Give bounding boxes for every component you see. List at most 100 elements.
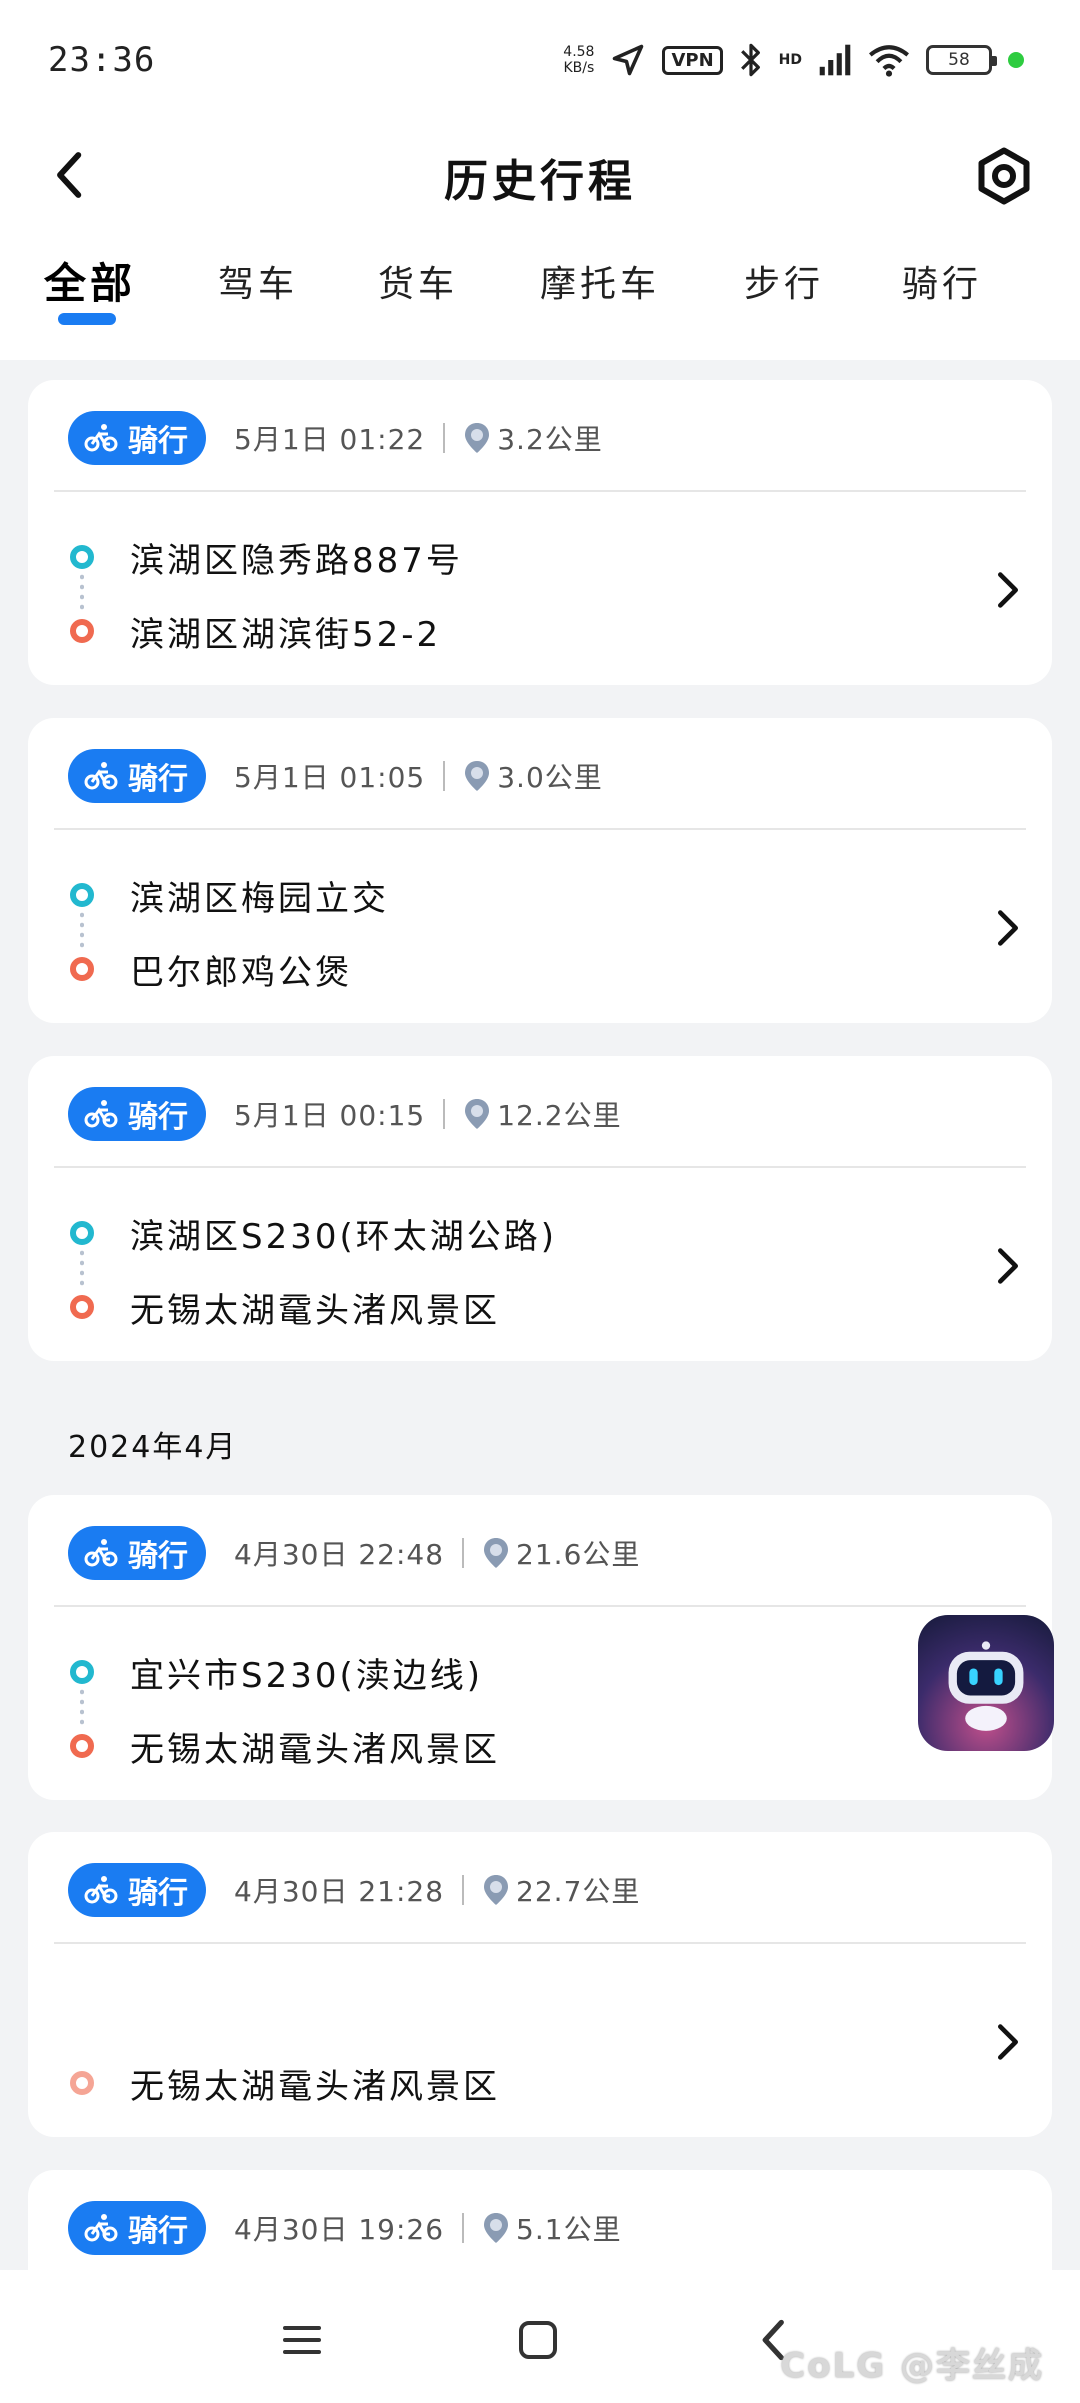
- trip-card[interactable]: 骑行 4月30日 19:26 5.1公里: [28, 2170, 1052, 2270]
- trip-card[interactable]: 骑行 5月1日 01:22 3.2公里 滨湖区隐秀路887号 滨湖区湖滨街52-…: [28, 380, 1052, 685]
- menu-icon: [283, 2326, 321, 2354]
- chevron-right-icon[interactable]: [988, 2012, 1028, 2072]
- mode-label: 骑行: [128, 1539, 188, 1574]
- system-nav-bar: CoLG @李丝成: [0, 2270, 1080, 2403]
- start-dot-icon: [70, 545, 94, 569]
- trip-card[interactable]: 骑行 5月1日 01:05 3.0公里 滨湖区梅园立交 巴尔郎鸡公煲: [28, 718, 1052, 1023]
- tab-active-indicator: [58, 313, 116, 325]
- trip-card-header: 骑行 4月30日 19:26 5.1公里: [68, 2200, 1022, 2256]
- end-place: 巴尔郎鸡公煲: [130, 952, 352, 993]
- divider: [462, 2213, 465, 2243]
- start-place: 滨湖区隐秀路887号: [130, 540, 463, 581]
- watermark: CoLG @李丝成: [780, 2346, 1044, 2386]
- trip-distance: 3.2公里: [497, 423, 603, 456]
- start-place: 宜兴市S230(渎边线): [130, 1655, 484, 1696]
- robot-icon: [948, 1641, 1024, 1731]
- end-dot-icon: [70, 1295, 94, 1319]
- route: 滨湖区隐秀路887号 滨湖区湖滨街52-2: [68, 520, 952, 668]
- start-place: 滨湖区S230(环太湖公路): [130, 1216, 558, 1257]
- status-icons: 4.58 KB/s VPN HD 58: [563, 38, 1024, 82]
- trip-card-header: 骑行 5月1日 01:05 3.0公里: [68, 748, 1022, 804]
- square-icon: [519, 2321, 557, 2359]
- distance-pin-icon: [484, 2213, 509, 2243]
- trip-distance: 22.7公里: [516, 1875, 641, 1908]
- trip-distance: 3.0公里: [497, 761, 603, 794]
- trip-card[interactable]: 骑行 4月30日 22:48 21.6公里 宜兴市S230(渎边线) 无锡太湖鼋…: [28, 1495, 1052, 1800]
- tab-cycling[interactable]: 骑行: [902, 255, 982, 307]
- tab-all[interactable]: 全部: [44, 250, 136, 311]
- menu-button[interactable]: [272, 2310, 332, 2370]
- battery-level: 58: [948, 50, 970, 70]
- divider: [462, 1538, 465, 1568]
- bicycle-icon: [84, 1539, 118, 1567]
- distance-pin-icon: [484, 1538, 509, 1568]
- end-place: 无锡太湖鼋头渚风景区: [130, 1290, 500, 1331]
- settings-button[interactable]: [968, 140, 1040, 212]
- card-divider: [54, 828, 1026, 830]
- trip-card-header: 骑行 5月1日 01:22 3.2公里: [68, 410, 1022, 466]
- card-divider: [54, 1166, 1026, 1168]
- end-place: 无锡太湖鼋头渚风景区: [130, 1729, 500, 1770]
- start-dot-icon: [70, 1221, 94, 1245]
- ai-assistant-button[interactable]: [918, 1615, 1054, 1751]
- signal-icon: [819, 44, 851, 76]
- chevron-right-icon[interactable]: [988, 898, 1028, 958]
- route-start: 宜兴市S230(渎边线): [68, 1635, 952, 1709]
- mode-label: 骑行: [128, 762, 188, 797]
- mode-badge: 骑行: [68, 2201, 206, 2255]
- trip-card[interactable]: 骑行 5月1日 00:15 12.2公里 滨湖区S230(环太湖公路) 无锡太湖…: [28, 1056, 1052, 1361]
- mode-label: 骑行: [128, 2214, 188, 2249]
- route-end: 巴尔郎鸡公煲: [68, 932, 952, 1006]
- trip-time: 5月1日 01:05: [234, 761, 426, 794]
- chevron-right-icon[interactable]: [988, 1236, 1028, 1296]
- tab-truck[interactable]: 货车: [378, 255, 458, 307]
- end-dot-icon: [70, 619, 94, 643]
- end-dot-icon: [70, 957, 94, 981]
- trip-card-header: 骑行 5月1日 00:15 12.2公里: [68, 1086, 1022, 1142]
- distance-pin-icon: [465, 761, 490, 791]
- mode-badge: 骑行: [68, 1526, 206, 1580]
- start-dot-icon: [70, 883, 94, 907]
- chevron-right-icon[interactable]: [988, 560, 1028, 620]
- route-end: 无锡太湖鼋头渚风景区: [68, 1270, 952, 1344]
- trip-list[interactable]: 骑行 5月1日 01:22 3.2公里 滨湖区隐秀路887号 滨湖区湖滨街52-…: [0, 360, 1080, 2270]
- route-start: [68, 1972, 952, 2046]
- mode-label: 骑行: [128, 1100, 188, 1135]
- net-speed-value: 4.58: [563, 44, 595, 60]
- tab-driving[interactable]: 驾车: [218, 255, 298, 307]
- trip-time: 5月1日 00:15: [234, 1099, 426, 1132]
- end-dot-icon: [70, 1734, 94, 1758]
- route: 无锡太湖鼋头渚风景区: [68, 1972, 952, 2120]
- trip-card-header: 骑行 4月30日 22:48 21.6公里: [68, 1525, 1022, 1581]
- route: 宜兴市S230(渎边线) 无锡太湖鼋头渚风景区: [68, 1635, 952, 1783]
- bicycle-icon: [84, 1100, 118, 1128]
- nav-header: 历史行程: [0, 120, 1080, 230]
- trip-card[interactable]: 骑行 4月30日 21:28 22.7公里 无锡太湖鼋头渚风景区: [28, 1832, 1052, 2137]
- divider: [443, 761, 446, 791]
- location-arrow-icon: [613, 44, 644, 76]
- vpn-badge: VPN: [662, 45, 723, 75]
- battery-icon: 58: [926, 45, 997, 75]
- route-start: 滨湖区S230(环太湖公路): [68, 1196, 952, 1270]
- mode-badge: 骑行: [68, 1863, 206, 1917]
- tab-walking[interactable]: 步行: [744, 255, 824, 307]
- distance-pin-icon: [465, 1099, 490, 1129]
- privacy-indicator-dot: [1008, 52, 1024, 68]
- trip-type-tabs: 全部 驾车 货车 摩托车 步行 骑行: [0, 255, 1080, 335]
- page-title: 历史行程: [444, 156, 636, 207]
- tab-motorcycle[interactable]: 摩托车: [540, 255, 660, 307]
- route-start: 滨湖区梅园立交: [68, 858, 952, 932]
- mode-badge: 骑行: [68, 1087, 206, 1141]
- trip-distance: 12.2公里: [497, 1099, 622, 1132]
- route-end: 滨湖区湖滨街52-2: [68, 594, 952, 668]
- card-divider: [54, 1942, 1026, 1944]
- net-speed-unit: KB/s: [563, 60, 595, 76]
- status-time: 23:36: [48, 40, 156, 80]
- home-button[interactable]: [508, 2310, 568, 2370]
- route-start: 滨湖区隐秀路887号: [68, 520, 952, 594]
- route-end: 无锡太湖鼋头渚风景区: [68, 1709, 952, 1783]
- gear-icon: [978, 147, 1030, 205]
- mode-label: 骑行: [128, 424, 188, 459]
- trip-time: 4月30日 22:48: [234, 1538, 445, 1571]
- status-bar: 23:36 4.58 KB/s VPN HD 58: [0, 0, 1080, 120]
